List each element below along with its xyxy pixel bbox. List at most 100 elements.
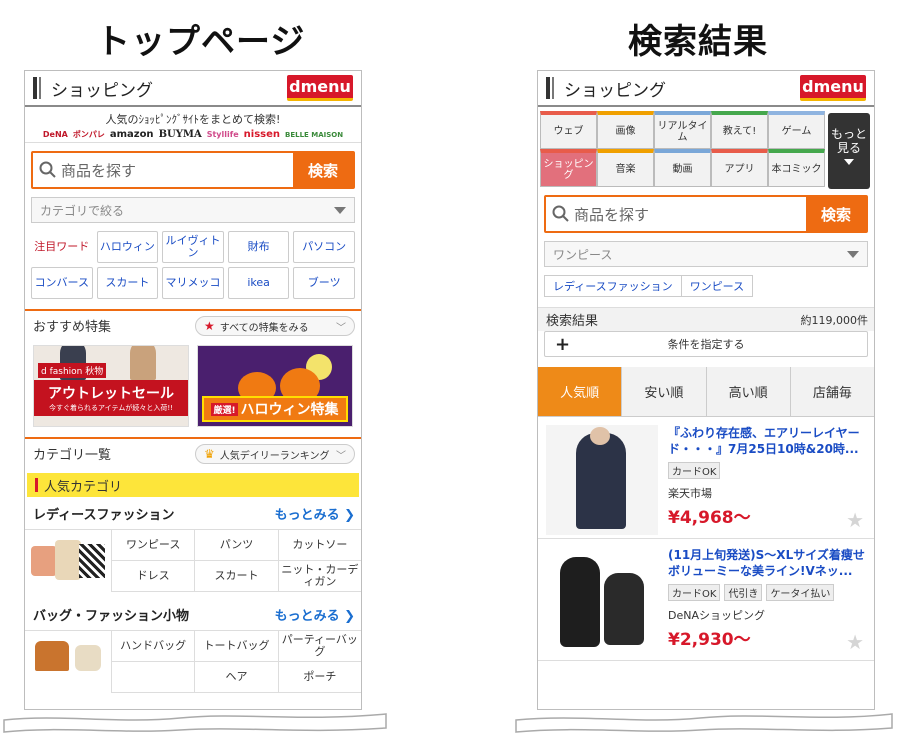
search-button[interactable]: 検索 [293,153,353,187]
daily-ranking-button[interactable]: ♛ 人気デイリーランキング ﹀ [195,444,355,464]
filter-conditions-button[interactable]: + 条件を指定する [544,331,868,357]
search-button[interactable]: 検索 [806,197,866,231]
keyword-chip[interactable]: ブーツ [293,267,355,299]
keyword-chip[interactable]: コンバース [31,267,93,299]
results-title: 検索結果 [546,314,599,329]
category-image[interactable] [25,530,111,592]
feature-banners: d fashion 秋物 アウトレットセール 今すぐ着られるアイテムが続々と入荷… [25,339,361,433]
tab-shopping[interactable]: ショッピング [540,149,597,187]
chevron-down-icon: ﹀ [336,323,346,334]
category-list-title: カテゴリ一覧 [33,447,112,463]
search-input[interactable]: 商品を探す [546,197,806,231]
menu-bar-icon[interactable] [546,77,550,99]
search-input[interactable]: 商品を探す [33,153,293,187]
dmenu-logo[interactable]: dmenu [800,75,866,101]
category-item[interactable]: カットソー [277,530,361,561]
category-list-header: カテゴリ一覧 ♛ 人気デイリーランキング ﹀ [25,437,361,467]
sort-cheapest[interactable]: 安い順 [622,367,707,416]
product-title[interactable]: (11月上旬発送)S〜XLサイズ着痩せボリューミーな美ライン!Vネッ... [668,547,866,579]
category-item[interactable]: ハンドバッグ [111,631,195,662]
tab-web[interactable]: ウェブ [540,111,597,149]
keyword-chip[interactable]: ルイヴィトン [162,231,224,263]
category-item[interactable]: トートバッグ [194,631,278,662]
category-item[interactable]: ヘア [194,662,278,693]
see-more-link[interactable]: もっとみる ❯ [275,605,355,624]
chevron-down-icon: ﹀ [336,451,346,462]
see-all-features-button[interactable]: ★ すべての特集をみる ﹀ [195,316,355,336]
category-select[interactable]: ワンピース [544,241,868,267]
more-tabs-label: もっと見る [830,127,867,155]
outlet-sale-banner[interactable]: d fashion 秋物 アウトレットセール 今すぐ着られるアイテムが続々と入荷… [33,345,189,427]
outlet-banner-text: アウトレットセール 今すぐ着られるアイテムが続々と入荷!! [34,380,188,416]
category-item[interactable]: ドレス [111,561,195,592]
featured-section-header: おすすめ特集 ★ すべての特集をみる ﹀ [25,309,361,339]
logo-amazon: amazon [109,129,154,140]
halloween-banner[interactable]: 厳選! ハロウィン特集 [197,345,353,427]
search-results-screen: ショッピング dmenu ウェブ 画像 リアルタイム 教えて! ゲーム ショッピ… [537,70,875,710]
dmenu-logo[interactable]: dmenu [287,75,353,101]
category-item[interactable] [111,662,195,693]
tab-games[interactable]: ゲーム [768,111,825,149]
keyword-chip[interactable]: ikea [227,267,290,299]
keyword-chip[interactable]: 財布 [227,231,290,263]
keyword-chip[interactable]: ハロウィン [96,231,159,263]
plus-icon: + [555,334,571,355]
see-more-link[interactable]: もっとみる ❯ [275,504,355,523]
tab-realtime[interactable]: リアルタイム [654,111,711,149]
logo-styllife: Styllife [206,130,239,139]
filter-conditions-label: 条件を指定する [667,338,745,351]
tab-apps[interactable]: アプリ [711,149,768,187]
product-info: (11月上旬発送)S〜XLサイズ着痩せボリューミーな美ライン!Vネッ... カー… [658,547,866,652]
favorite-star-icon[interactable]: ★ [846,630,864,654]
category-item[interactable]: ニット・カーディガン [277,561,361,592]
header-marker [35,478,38,492]
category-name: レディースファッション [33,507,175,523]
service-tabs: ウェブ 画像 リアルタイム 教えて! ゲーム ショッピング 音楽 動画 アプリ … [540,111,874,187]
keyword-chip[interactable]: パソコン [293,231,355,263]
breadcrumb-item[interactable]: ワンピース [681,275,754,297]
outlet-title: アウトレットセール [48,386,174,402]
product-list-item[interactable]: 『ふわり存在感、エアリーレイヤード・・・』7月25日10時&20時... カード… [538,417,874,539]
tab-music[interactable]: 音楽 [597,149,654,187]
product-tag: ケータイ払い [766,584,835,601]
keyword-chip[interactable]: スカート [96,267,159,299]
top-page-screen: ショッピング dmenu 人気のｼｮｯﾋﾟﾝｸﾞｻｲﾄをまとめて検索! DeNA… [24,70,362,710]
star-icon: ★ [204,319,215,333]
more-tabs-button[interactable]: もっと見る [828,113,870,189]
favorite-star-icon[interactable]: ★ [846,508,864,532]
product-list-item[interactable]: (11月上旬発送)S〜XLサイズ着痩せボリューミーな美ライン!Vネッ... カー… [538,539,874,661]
product-thumbnail[interactable] [546,547,658,657]
sort-popular[interactable]: 人気順 [538,367,623,416]
product-thumbnail[interactable] [546,425,658,535]
tab-oshiete[interactable]: 教えて! [711,111,768,149]
menu-bar-icon-secondary [39,77,41,99]
torn-edge-decoration [0,712,893,736]
product-title[interactable]: 『ふわり存在感、エアリーレイヤード・・・』7月25日10時&20時... [668,425,866,457]
category-item[interactable]: パーティーバッグ [277,631,361,662]
category-item[interactable]: ポーチ [277,662,361,693]
category-item[interactable]: パンツ [194,530,278,561]
category-item[interactable]: ワンピース [111,530,195,561]
tab-images[interactable]: 画像 [597,111,654,149]
sort-by-store[interactable]: 店舗毎 [790,367,874,416]
halloween-banner-text: 厳選! ハロウィン特集 [202,396,348,422]
category-image[interactable] [25,631,111,693]
logo-buyma: BUYMA [158,129,202,140]
product-shop: DeNAショッピング [668,609,765,622]
category-item[interactable]: スカート [194,561,278,592]
keyword-grid: 注目ワード ハロウィン ルイヴィトン 財布 パソコン コンバース スカート マリ… [31,231,355,299]
category-title-row: バッグ・ファッション小物 もっとみる ❯ [25,598,361,630]
breadcrumb-item[interactable]: レディースファッション [544,275,682,297]
product-info: 『ふわり存在感、エアリーレイヤード・・・』7月25日10時&20時... カード… [658,425,866,530]
promo-strip[interactable]: 人気のｼｮｯﾋﾟﾝｸﾞｻｲﾄをまとめて検索! DeNA ポンパレ amazon … [25,107,361,143]
logo-nissen: nissen [243,129,280,140]
category-select[interactable]: カテゴリで絞る [31,197,355,223]
logo-dena: DeNA [42,130,68,139]
sort-most-expensive[interactable]: 高い順 [706,367,791,416]
search-icon [552,205,569,222]
tab-video[interactable]: 動画 [654,149,711,187]
search-bar: 商品を探す 検索 [31,151,355,189]
menu-bar-icon[interactable] [33,77,37,99]
tab-books-comics[interactable]: 本コミック [768,149,825,187]
keyword-chip[interactable]: マリメッコ [162,267,224,299]
